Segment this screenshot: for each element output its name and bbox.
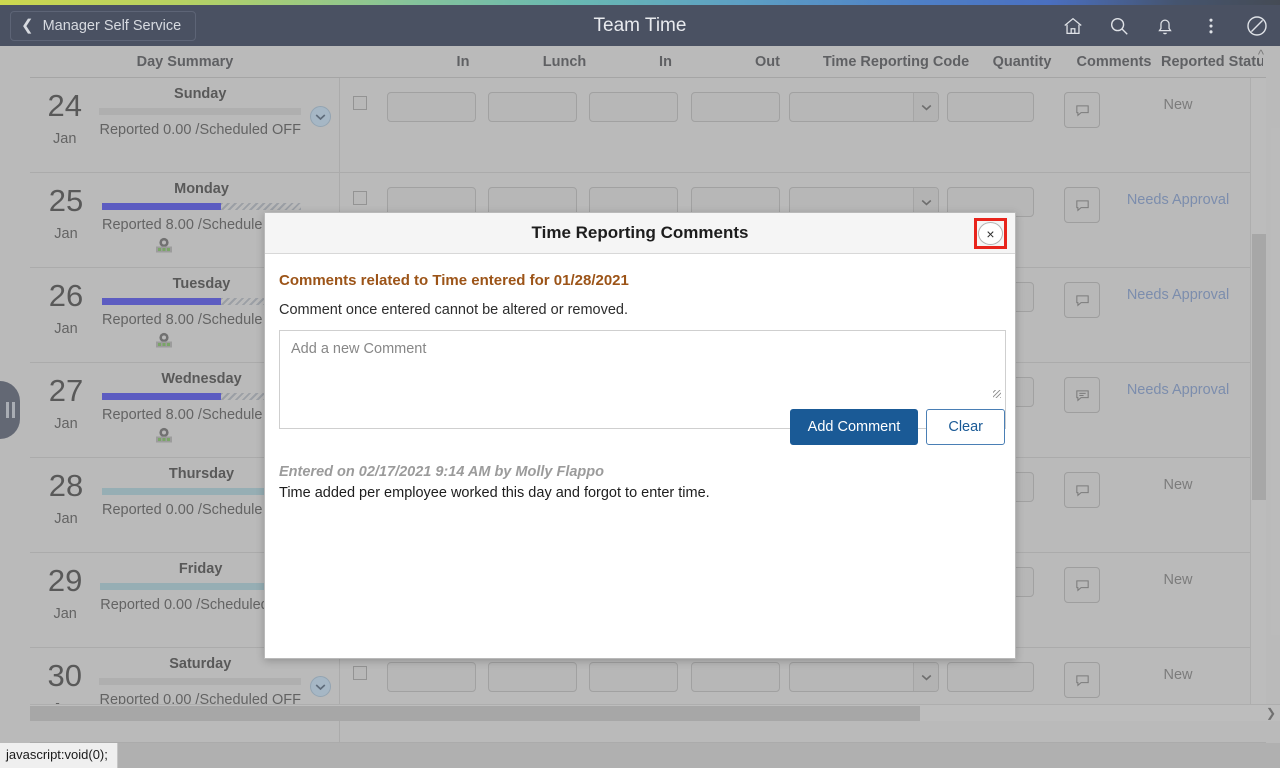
status-bar-url: javascript:void(0);: [0, 743, 118, 768]
modal-comments-heading: Comments related to Time entered for 01/…: [279, 272, 629, 289]
page-body: Day Summary In Lunch In Out Time Reporti…: [0, 46, 1280, 743]
header-icon-group: [1058, 11, 1272, 41]
textarea-resize-grip[interactable]: [993, 390, 1001, 398]
close-button-highlight: ×: [974, 218, 1007, 249]
modal-button-row: Add Comment Clear: [789, 409, 1005, 445]
new-comment-placeholder: Add a new Comment: [291, 341, 427, 357]
home-icon[interactable]: [1058, 11, 1088, 41]
existing-comment-item: Entered on 02/17/2021 9:14 AM by Molly F…: [279, 464, 1001, 501]
back-to-manager-self-service-button[interactable]: ❮ Manager Self Service: [10, 10, 197, 41]
back-button-label: Manager Self Service: [42, 17, 182, 34]
search-icon[interactable]: [1104, 11, 1134, 41]
existing-comments-list: Entered on 02/17/2021 9:14 AM by Molly F…: [279, 464, 1001, 501]
close-icon[interactable]: ×: [978, 222, 1003, 245]
chevron-left-icon: ❮: [21, 17, 34, 34]
kebab-menu-icon[interactable]: [1196, 11, 1226, 41]
new-comment-textarea[interactable]: Add a new Comment Add Comment Clear: [279, 330, 1006, 445]
add-comment-button[interactable]: Add Comment: [789, 409, 919, 445]
time-reporting-comments-modal: Time Reporting Comments × Comments relat…: [264, 212, 1016, 659]
modal-header: Time Reporting Comments ×: [265, 213, 1015, 254]
navbar-icon[interactable]: [1242, 11, 1272, 41]
app-header: ❮ Manager Self Service Team Time: [0, 5, 1280, 46]
modal-body: Comments related to Time entered for 01/…: [265, 254, 1015, 501]
clear-button[interactable]: Clear: [926, 409, 1005, 445]
modal-comments-note: Comment once entered cannot be altered o…: [279, 302, 629, 318]
browser-status-bar: javascript:void(0);: [0, 743, 1280, 768]
comment-text: Time added per employee worked this day …: [279, 485, 710, 501]
app-root: ❮ Manager Self Service Team Time Day Sum…: [0, 0, 1280, 768]
modal-title: Time Reporting Comments: [531, 223, 749, 242]
comment-meta: Entered on 02/17/2021 9:14 AM by Molly F…: [279, 464, 605, 480]
bell-icon[interactable]: [1150, 11, 1180, 41]
